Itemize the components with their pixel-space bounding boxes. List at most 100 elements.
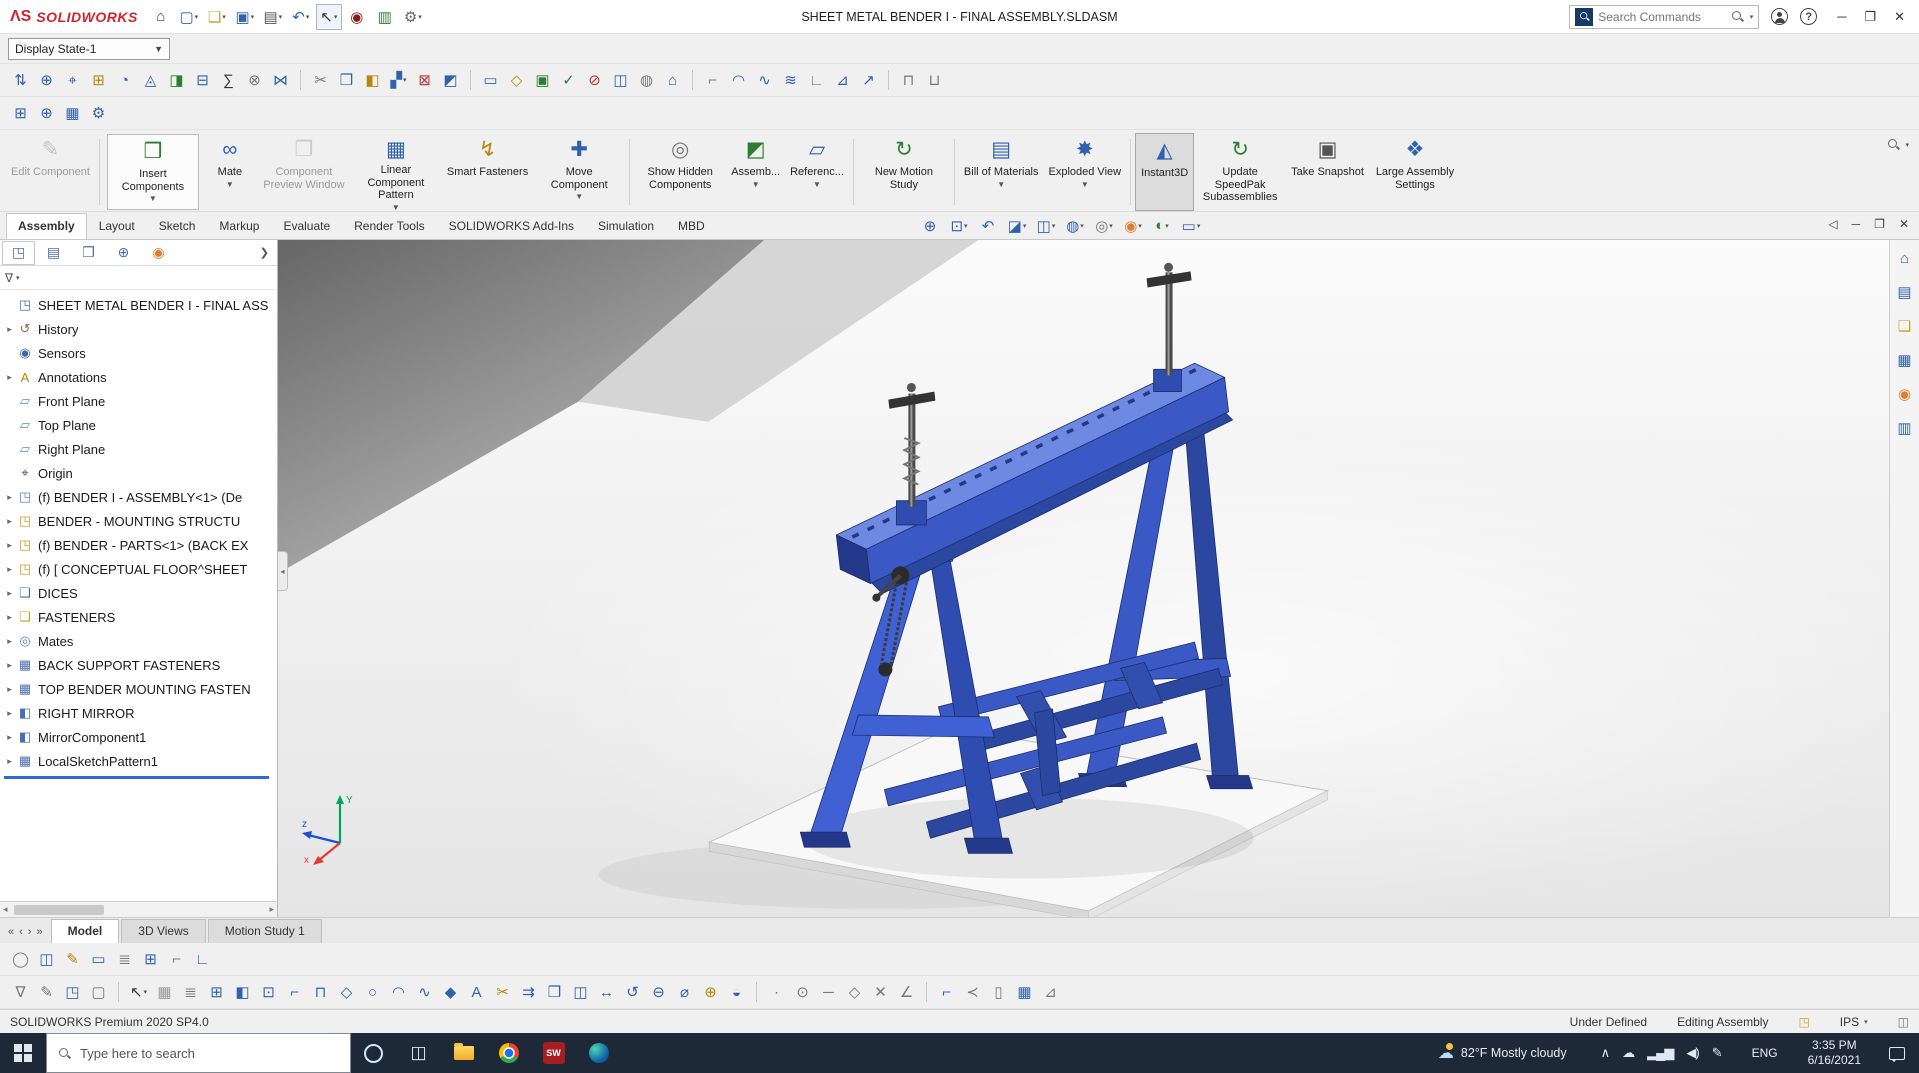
ribbon-button-move-component[interactable]: ✚ Move Component ▼: [533, 133, 625, 211]
tree-item-annotations[interactable]: ▸ A Annotations: [0, 365, 277, 389]
rollback-bar[interactable]: [4, 776, 269, 779]
close-window-button[interactable]: ✕: [1894, 9, 1905, 25]
document-tab-model[interactable]: Model: [50, 919, 120, 943]
select-arrow-icon[interactable]: ↖ ▾: [315, 3, 342, 30]
sketch-tool-icon[interactable]: ❒: [542, 979, 567, 1005]
report-icon[interactable]: ▥: [372, 4, 398, 30]
sketch-tool-icon[interactable]: ◫: [568, 979, 593, 1005]
ribbon-tab-sketch[interactable]: Sketch: [147, 213, 208, 239]
sketch-tool-icon[interactable]: ⊡: [256, 979, 281, 1005]
custom-tool-icon[interactable]: ⌖: [60, 67, 85, 93]
expand-arrow-icon[interactable]: ▸: [3, 564, 16, 575]
sketch-tool-icon[interactable]: ∙: [764, 979, 789, 1005]
custom-tool-icon[interactable]: ⊠: [412, 67, 437, 93]
custom-tool-icon[interactable]: ≋: [778, 67, 803, 93]
sketch-tool-icon[interactable]: ⌐: [934, 979, 959, 1005]
user-account-icon[interactable]: [1771, 8, 1789, 25]
expand-arrow-icon[interactable]: ▸: [3, 708, 16, 719]
markup-tool-icon[interactable]: ✎: [60, 946, 85, 972]
view-palette-icon[interactable]: ▦: [1897, 351, 1911, 369]
ribbon-button-linear-component-pattern[interactable]: ▦ Linear Component Pattern ▼: [350, 133, 442, 212]
sketch-tool-icon[interactable]: ⌀: [672, 979, 697, 1005]
expand-arrow-icon[interactable]: ▸: [3, 636, 16, 647]
sketch-tool-icon[interactable]: ▦: [152, 979, 177, 1005]
custom-tool-icon[interactable]: ✓: [556, 67, 581, 93]
task-pane-toggle-icon[interactable]: ◫: [1898, 1015, 1909, 1029]
chrome-icon[interactable]: [486, 1033, 531, 1073]
previous-document-icon[interactable]: ◁: [1828, 217, 1837, 231]
appearances-tab[interactable]: ◉: [142, 241, 175, 265]
ribbon-button-assemb[interactable]: ◩ Assemb... ▼: [726, 133, 785, 211]
custom-tool-icon[interactable]: ▞ ▾: [386, 67, 411, 93]
ribbon-button-new-motion-study[interactable]: ↻ New Motion Study: [858, 133, 950, 211]
custom-tool-icon[interactable]: ⌂: [660, 67, 685, 93]
document-tab-3d-views[interactable]: 3D Views: [121, 919, 206, 943]
expand-arrow-icon[interactable]: ▸: [3, 588, 16, 599]
ribbon-button-large-assembly-settings[interactable]: ❖ Large Assembly Settings: [1369, 133, 1461, 211]
tree-root-item[interactable]: ◳ SHEET METAL BENDER I - FINAL ASS: [0, 293, 277, 317]
tab-nav-arrow-0[interactable]: «: [8, 926, 14, 938]
ribbon-button-edit-component[interactable]: ✎ Edit Component: [6, 133, 95, 211]
minimize-window-button[interactable]: ─: [1837, 9, 1846, 25]
tree-item-top-bender-mounting-fasten[interactable]: ▸ ▦ TOP BENDER MOUNTING FASTEN: [0, 677, 277, 701]
restore-window-button[interactable]: ❐: [1864, 9, 1876, 25]
expand-arrow-icon[interactable]: ▸: [3, 492, 16, 503]
custom-tool-icon[interactable]: ⊓: [896, 67, 921, 93]
cortana-icon[interactable]: [351, 1033, 396, 1073]
markup-tool-icon[interactable]: ∟: [190, 946, 215, 972]
sketch-tool-icon[interactable]: ✎: [34, 979, 59, 1005]
close-document-icon[interactable]: ✕: [1899, 217, 1909, 231]
expand-arrow-icon[interactable]: ▸: [3, 732, 16, 743]
sketch-setting-tool-icon[interactable]: ⊕: [34, 100, 59, 126]
custom-tool-icon[interactable]: ✂: [308, 67, 333, 93]
sketch-tool-icon[interactable]: ─: [816, 979, 841, 1005]
sketch-tool-icon[interactable]: ≺: [960, 979, 985, 1005]
sketch-tool-icon[interactable]: ◳: [60, 979, 85, 1005]
ribbon-button-component-preview-window[interactable]: ❐ Component Preview Window: [258, 133, 350, 211]
custom-tool-icon[interactable]: ∑: [216, 67, 241, 93]
tree-item-front-plane[interactable]: ▱ Front Plane: [0, 389, 277, 413]
document-tab-motion-study-1[interactable]: Motion Study 1: [207, 919, 322, 943]
custom-tool-icon[interactable]: ▣: [530, 67, 555, 93]
solidworks-icon[interactable]: SW: [531, 1033, 576, 1073]
tree-item-origin[interactable]: ⌖ Origin: [0, 461, 277, 485]
propertymanager-tab[interactable]: ▤: [37, 241, 70, 265]
tree-item-bender-mounting-structu[interactable]: ▸ ◳ BENDER - MOUNTING STRUCTU: [0, 509, 277, 533]
3d-viewport-scene[interactable]: [278, 240, 1889, 917]
tree-item-f-bender-parts-1-back-ex[interactable]: ▸ ◳ (f) BENDER - PARTS<1> (BACK EX: [0, 533, 277, 557]
undo-icon[interactable]: ↶ ▾: [288, 4, 314, 30]
configurationmanager-tab[interactable]: ❒: [72, 241, 105, 265]
custom-tool-icon[interactable]: ∿: [752, 67, 777, 93]
custom-tool-icon[interactable]: ⊘: [582, 67, 607, 93]
custom-tool-icon[interactable]: ⊿: [830, 67, 855, 93]
sketch-tool-icon[interactable]: ⊿: [1038, 979, 1063, 1005]
minimize-document-icon[interactable]: ─: [1852, 217, 1861, 231]
display-style-icon[interactable]: ◍ ▾: [1063, 214, 1087, 237]
tree-item-right-plane[interactable]: ▱ Right Plane: [0, 437, 277, 461]
home-icon[interactable]: ⌂: [148, 4, 174, 30]
markup-tool-icon[interactable]: ◫: [34, 946, 59, 972]
custom-tool-icon[interactable]: ◠: [726, 67, 751, 93]
custom-tool-icon[interactable]: ↗: [856, 67, 881, 93]
markup-tool-icon[interactable]: ≣: [112, 946, 137, 972]
sketch-tool-icon[interactable]: ⇉: [516, 979, 541, 1005]
expand-arrow-icon[interactable]: ▸: [3, 660, 16, 671]
ribbon-tab-simulation[interactable]: Simulation: [586, 213, 666, 239]
custom-tool-icon[interactable]: ◬: [138, 67, 163, 93]
tree-item-back-support-fasteners[interactable]: ▸ ▦ BACK SUPPORT FASTENERS: [0, 653, 277, 677]
tab-nav-arrow-1[interactable]: ‹: [19, 926, 23, 938]
sketch-setting-tool-icon[interactable]: ⊞: [8, 100, 33, 126]
ribbon-tab-solidworks-add-ins[interactable]: SOLIDWORKS Add-Ins: [437, 213, 586, 239]
task-view-icon[interactable]: ◫: [396, 1033, 441, 1073]
custom-tool-icon[interactable]: ◇: [504, 67, 529, 93]
ribbon-tab-markup[interactable]: Markup: [207, 213, 271, 239]
tree-item-fasteners[interactable]: ▸ ❏ FASTENERS: [0, 605, 277, 629]
volume-icon[interactable]: ◀): [1686, 1045, 1699, 1061]
task-pane-home-icon[interactable]: ⌂: [1900, 250, 1909, 267]
start-button[interactable]: [0, 1033, 46, 1073]
custom-tool-icon[interactable]: ⋈: [268, 67, 293, 93]
sketch-tool-icon[interactable]: ⊙: [790, 979, 815, 1005]
tab-nav-arrow-3[interactable]: »: [36, 926, 42, 938]
pen-icon[interactable]: ✎: [1712, 1045, 1723, 1061]
dimxpertmanager-tab[interactable]: ⊕: [107, 241, 140, 265]
